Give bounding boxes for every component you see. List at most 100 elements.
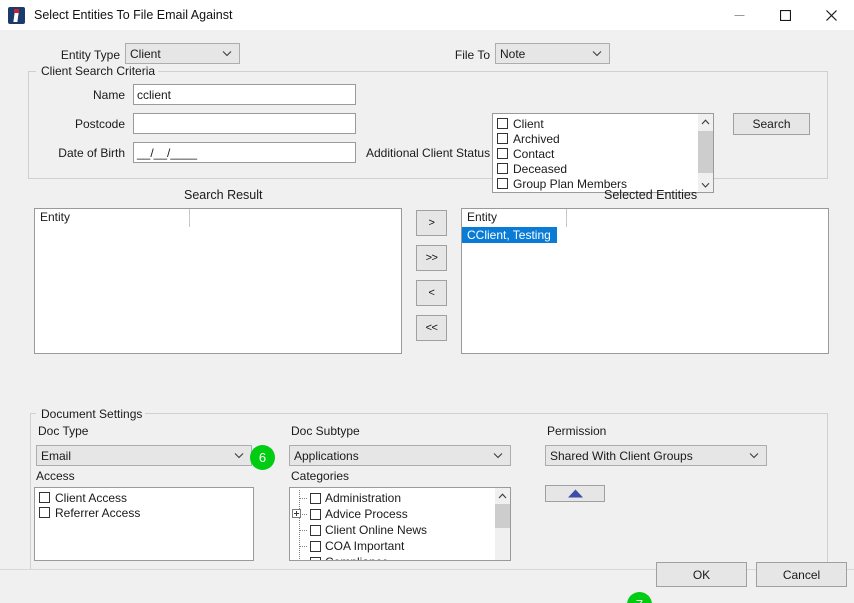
status-option-label: Archived — [513, 131, 560, 146]
access-label: Access — [36, 469, 75, 483]
postcode-input[interactable] — [133, 113, 356, 134]
checkbox-icon[interactable] — [310, 556, 321, 560]
file-to-label: File To — [454, 48, 490, 62]
date-of-birth-value: __/__/____ — [137, 145, 198, 160]
collapse-button[interactable] — [545, 485, 605, 502]
ok-button[interactable]: OK — [656, 562, 747, 587]
doc-type-select[interactable]: Email — [36, 445, 252, 466]
status-option-label: Deceased — [513, 161, 568, 176]
additional-client-status-list[interactable]: Client Archived Contact Deceased Group Plan … — [492, 113, 714, 193]
scroll-thumb[interactable] — [495, 504, 510, 528]
categories-tree[interactable]: Administration Advice Process Client Onlin… — [289, 487, 511, 561]
cancel-button-label: Cancel — [782, 567, 821, 582]
expand-node-icon[interactable] — [292, 509, 301, 518]
ok-button-label: OK — [692, 567, 711, 582]
checkbox-icon[interactable] — [39, 507, 50, 518]
access-option-0[interactable]: Client Access — [35, 490, 253, 505]
move-all-right-button[interactable]: >> — [416, 245, 447, 271]
file-to-select[interactable]: Note — [495, 43, 610, 64]
doc-type-label: Doc Type — [38, 424, 89, 438]
status-list-scrollbar[interactable] — [698, 114, 713, 192]
date-of-birth-label: Date of Birth — [58, 146, 125, 160]
move-all-left-button-label: << — [425, 322, 438, 334]
client-search-criteria-title: Client Search Criteria — [38, 64, 159, 78]
entity-type-select[interactable]: Client — [125, 43, 240, 64]
minimize-button[interactable] — [716, 0, 762, 30]
scroll-thumb[interactable] — [698, 131, 713, 173]
file-to-value: Note — [500, 46, 526, 61]
checkbox-icon[interactable] — [39, 492, 50, 503]
tree-indent — [290, 490, 310, 506]
additional-client-status-label: Additional Client Status — [366, 146, 491, 160]
category-row-0[interactable]: Administration — [290, 490, 494, 506]
checkbox-icon[interactable] — [497, 178, 508, 189]
name-label: Name — [92, 88, 125, 102]
move-right-button[interactable]: > — [416, 210, 447, 236]
checkbox-icon[interactable] — [497, 148, 508, 159]
move-all-left-button[interactable]: << — [416, 315, 447, 341]
scroll-up-icon[interactable] — [495, 488, 510, 503]
table-row[interactable]: CClient, Testing — [462, 227, 557, 243]
status-option-0[interactable]: Client — [493, 116, 698, 131]
chevron-down-icon — [588, 50, 606, 57]
category-row-3[interactable]: COA Important — [290, 538, 494, 554]
selected-entities-rows: CClient, Testing — [462, 227, 828, 243]
checkbox-icon[interactable] — [497, 118, 508, 129]
category-label: Administration — [325, 491, 402, 505]
access-list[interactable]: Client Access Referrer Access — [34, 487, 254, 561]
checkbox-icon[interactable] — [310, 540, 321, 552]
status-option-3[interactable]: Deceased — [493, 161, 698, 176]
scroll-down-icon[interactable] — [698, 177, 713, 192]
search-button[interactable]: Search — [733, 113, 810, 135]
move-right-button-label: > — [428, 217, 435, 229]
categories-scrollbar[interactable] — [495, 488, 510, 560]
category-label: Compliance — [325, 555, 388, 560]
checkbox-icon[interactable] — [497, 163, 508, 174]
search-result-list[interactable]: Entity — [34, 208, 402, 354]
app-logo-icon — [8, 6, 25, 24]
scroll-up-icon[interactable] — [698, 114, 713, 129]
cancel-button[interactable]: Cancel — [756, 562, 847, 587]
category-row-4[interactable]: Compliance — [290, 554, 494, 560]
category-label: COA Important — [325, 539, 405, 553]
dialog-body: Entity Type Client File To Note Client S… — [0, 30, 854, 603]
tree-indent — [290, 522, 310, 538]
status-option-label: Client — [513, 116, 544, 131]
category-label: Advice Process — [325, 507, 408, 521]
tree-indent — [290, 538, 310, 554]
close-button[interactable] — [808, 0, 854, 30]
status-option-1[interactable]: Archived — [493, 131, 698, 146]
access-option-1[interactable]: Referrer Access — [35, 505, 253, 520]
chevron-down-icon — [489, 452, 507, 459]
checkbox-icon[interactable] — [310, 508, 321, 520]
checkbox-icon[interactable] — [497, 133, 508, 144]
move-left-button[interactable]: < — [416, 280, 447, 306]
category-row-2[interactable]: Client Online News — [290, 522, 494, 538]
checkbox-icon[interactable] — [310, 492, 321, 504]
move-all-right-button-label: >> — [425, 252, 438, 264]
name-input[interactable]: cclient — [133, 84, 356, 105]
chevron-down-icon — [230, 452, 248, 459]
permission-value: Shared With Client Groups — [550, 448, 693, 463]
chevron-down-icon — [218, 50, 236, 57]
doc-subtype-value: Applications — [294, 448, 359, 463]
maximize-button[interactable] — [762, 0, 808, 30]
doc-subtype-select[interactable]: Applications — [289, 445, 511, 466]
column-divider — [566, 209, 567, 227]
selected-entities-column-header: Entity — [467, 210, 498, 224]
selected-entities-title: Selected Entities — [604, 188, 698, 202]
title-bar: Select Entities To File Email Against — [0, 0, 854, 30]
checkbox-icon[interactable] — [310, 524, 321, 536]
search-result-title: Search Result — [184, 188, 263, 202]
search-result-header: Entity — [35, 209, 401, 227]
permission-select[interactable]: Shared With Client Groups — [545, 445, 767, 466]
document-settings-title: Document Settings — [38, 407, 146, 421]
status-option-label: Contact — [513, 146, 555, 161]
category-row-1[interactable]: Advice Process — [290, 506, 494, 522]
selected-entities-list[interactable]: Entity CClient, Testing — [461, 208, 829, 354]
step-badge-6: 6 — [250, 445, 275, 470]
selected-entities-header: Entity — [462, 209, 828, 227]
column-divider — [189, 209, 190, 227]
status-option-2[interactable]: Contact — [493, 146, 698, 161]
date-of-birth-input[interactable]: __/__/____ — [133, 142, 356, 163]
